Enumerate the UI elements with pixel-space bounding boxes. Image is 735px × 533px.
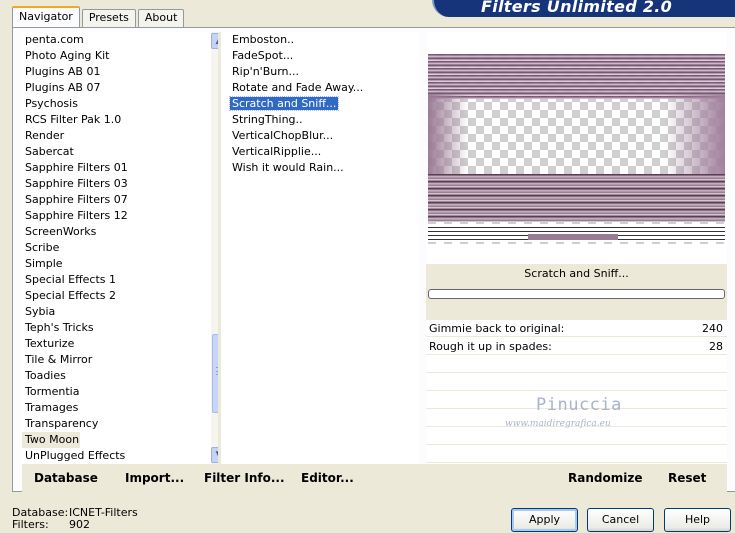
preview-stripes-bottom	[428, 174, 725, 222]
filter-item-label: FadeSpot...	[232, 49, 294, 62]
editor-button[interactable]: Editor...	[301, 471, 354, 485]
tab-presets[interactable]: Presets	[81, 9, 136, 27]
category-item[interactable]: Special Effects 1	[22, 272, 209, 288]
import-button[interactable]: Import...	[125, 471, 184, 485]
filter-item[interactable]: Scratch and Sniff...	[221, 96, 418, 112]
category-item[interactable]: Special Effects 2	[22, 288, 209, 304]
preview-band	[528, 234, 618, 240]
filters-count-value: 902	[69, 518, 90, 531]
status-info: Database:ICNET-Filters Filters: 902	[12, 507, 138, 531]
category-item[interactable]: Sapphire Filters 01	[22, 160, 209, 176]
filter-item[interactable]: VerticalChopBlur...	[221, 128, 418, 144]
preview-stripes-top	[428, 54, 725, 99]
filter-item-label: Emboston..	[232, 33, 295, 46]
category-item[interactable]: Tramages	[22, 400, 209, 416]
category-item[interactable]: Tormentia	[22, 384, 209, 400]
product-banner: Filters Unlimited 2.0	[432, 0, 735, 17]
filter-item[interactable]: FadeSpot...	[221, 48, 418, 64]
selected-filter-name: Scratch and Sniff...	[426, 264, 727, 283]
param-row-empty	[426, 428, 727, 445]
category-list[interactable]: penta.com Photo Aging Kit Plugins AB 01 Plu…	[22, 32, 227, 464]
param-value: 28	[709, 340, 723, 353]
database-button[interactable]: Database	[34, 471, 98, 485]
banner-title: Filters Unlimited 2.0	[481, 0, 673, 16]
category-item[interactable]: Tile & Mirror	[22, 352, 209, 368]
category-item[interactable]: Sapphire Filters 12	[22, 208, 209, 224]
filter-item-label: Rip'n'Burn...	[232, 65, 300, 78]
param-label: Gimmie back to original:	[429, 322, 565, 335]
category-item[interactable]: RCS Filter Pak 1.0	[22, 112, 209, 128]
preview-panel	[426, 32, 727, 264]
filter-item[interactable]: Rip'n'Burn...	[221, 64, 418, 80]
tab-navigator[interactable]: Navigator	[12, 6, 80, 27]
category-item[interactable]: Two Moon	[22, 432, 80, 448]
category-item[interactable]: Psychosis	[22, 96, 209, 112]
category-item[interactable]: Transparency	[22, 416, 209, 432]
filter-info-button[interactable]: Filter Info...	[204, 471, 285, 485]
category-item[interactable]: Sapphire Filters 03	[22, 176, 209, 192]
category-item[interactable]: Sybia	[22, 304, 209, 320]
category-item[interactable]: Photo Aging Kit	[22, 48, 209, 64]
category-item[interactable]: Teph's Tricks	[22, 320, 209, 336]
category-item[interactable]: Sapphire Filters 07	[22, 192, 209, 208]
param-row-empty	[426, 374, 727, 391]
filter-item-label: Wish it would Rain...	[232, 161, 344, 174]
filter-item-label: VerticalRipplie...	[232, 145, 322, 158]
category-item[interactable]: Plugins AB 07	[22, 80, 209, 96]
progress-bar	[428, 289, 725, 299]
filter-item[interactable]: VerticalRipplie...	[221, 144, 418, 160]
category-item[interactable]: Sabercat	[22, 144, 209, 160]
filter-item-label: VerticalChopBlur...	[232, 129, 334, 142]
category-item[interactable]: Texturize	[22, 336, 209, 352]
navigator-toolbar: Database Import... Filter Info... Editor…	[22, 464, 727, 492]
apply-button[interactable]: Apply	[511, 508, 578, 532]
help-button[interactable]: Help	[664, 508, 731, 532]
filter-item[interactable]: Emboston..	[221, 32, 418, 48]
param-label: Rough it up in spades:	[429, 340, 552, 353]
filter-item-label: Rotate and Fade Away...	[232, 81, 364, 94]
param-row-empty	[426, 446, 727, 463]
param-value: 240	[702, 322, 723, 335]
category-items: penta.com Photo Aging Kit Plugins AB 01 Plu…	[22, 32, 209, 464]
param-row-empty	[426, 392, 727, 409]
filter-item[interactable]: Rotate and Fade Away...	[221, 80, 418, 96]
preview-edge-left	[428, 94, 468, 179]
category-item[interactable]: ScreenWorks	[22, 224, 209, 240]
param-row-empty	[426, 356, 727, 373]
filter-item[interactable]: Wish it would Rain...	[221, 160, 418, 176]
filters-count-label: Filters:	[12, 518, 49, 531]
filter-list[interactable]: Emboston.. FadeSpot... Rip'n'Burn... Rotate…	[218, 32, 418, 464]
tab-strip: Navigator Presets About	[12, 5, 186, 27]
category-item[interactable]: penta.com	[22, 32, 209, 48]
tab-about[interactable]: About	[137, 9, 185, 27]
filter-item[interactable]: StringThing..	[221, 112, 418, 128]
randomize-button[interactable]: Randomize	[568, 471, 642, 485]
preview-image	[428, 54, 725, 244]
category-item[interactable]: Simple	[22, 256, 209, 272]
category-item[interactable]: UnPlugged Effects	[22, 448, 209, 464]
cancel-button[interactable]: Cancel	[587, 508, 654, 532]
category-item[interactable]: Toadies	[22, 368, 209, 384]
navigator-page: penta.com Photo Aging Kit Plugins AB 01 Plu…	[12, 27, 735, 492]
param-row-empty	[426, 410, 727, 427]
category-item[interactable]: Plugins AB 01	[22, 64, 209, 80]
param-row-gimmie[interactable]: Gimmie back to original: 240	[426, 320, 727, 337]
category-item[interactable]: Scribe	[22, 240, 209, 256]
filter-item-label: StringThing..	[232, 113, 303, 126]
progress-area	[426, 283, 727, 320]
filters-unlimited-window: Navigator Presets About Filters Unlimite…	[0, 0, 735, 533]
param-row-rough[interactable]: Rough it up in spades: 28	[426, 338, 727, 355]
reset-button[interactable]: Reset	[668, 471, 706, 485]
preview-edge-right	[665, 94, 725, 179]
parameter-panel: Gimmie back to original: 240 Rough it up…	[426, 320, 727, 464]
filter-item-label: Scratch and Sniff...	[228, 96, 340, 111]
category-item[interactable]: Render	[22, 128, 209, 144]
